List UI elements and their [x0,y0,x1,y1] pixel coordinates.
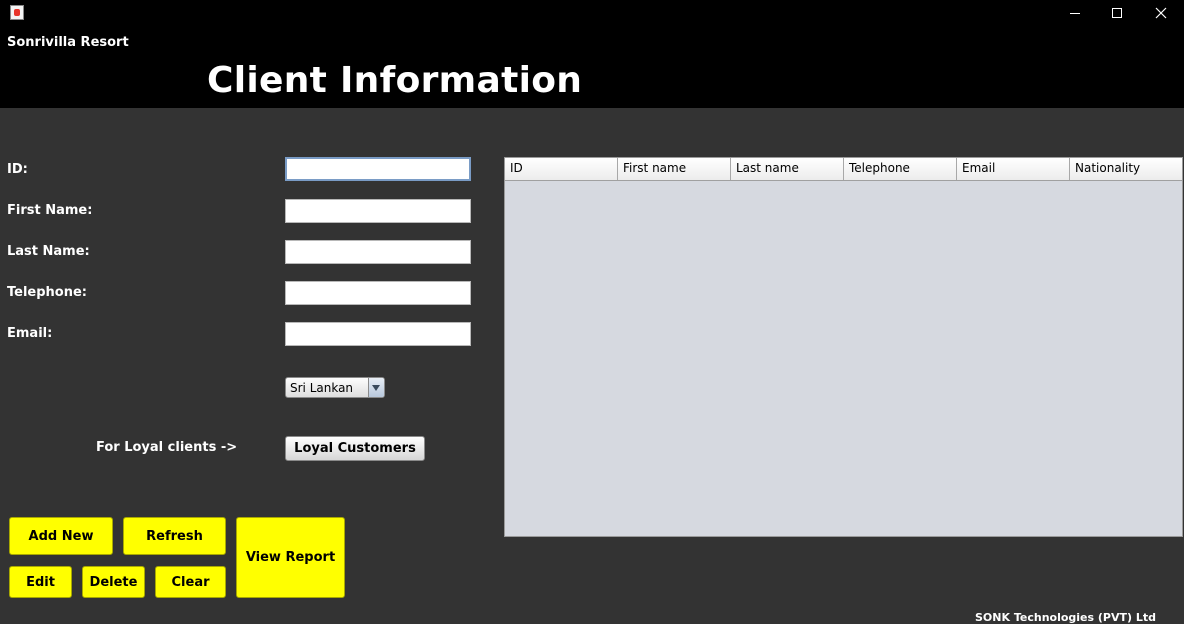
add-new-button[interactable]: Add New [9,517,113,555]
maximize-button[interactable] [1094,2,1140,24]
column-header-nationality[interactable]: Nationality [1070,158,1182,180]
email-field[interactable] [285,322,471,346]
company-name: Sonrivilla Resort [7,35,129,50]
first-name-label: First Name: [7,203,93,218]
first-name-field[interactable] [285,199,471,223]
close-icon [1155,7,1167,19]
column-header-telephone[interactable]: Telephone [844,158,957,180]
nationality-select[interactable]: Sri Lankan [285,377,385,398]
nationality-value: Sri Lankan [290,381,354,395]
column-header-first-name[interactable]: First name [618,158,731,180]
last-name-label: Last Name: [7,244,90,259]
maximize-icon [1112,8,1122,18]
telephone-label: Telephone: [7,285,87,300]
page-title: Client Information [207,60,583,101]
java-app-icon [10,5,24,20]
column-header-last-name[interactable]: Last name [731,158,844,180]
edit-button[interactable]: Edit [9,566,72,598]
telephone-field[interactable] [285,281,471,305]
minimize-button[interactable] [1052,2,1098,24]
minimize-icon [1070,13,1080,14]
clients-table[interactable]: ID First name Last name Telephone Email … [504,157,1183,537]
column-header-email[interactable]: Email [957,158,1070,180]
id-label: ID: [7,162,28,177]
id-field[interactable] [285,157,471,181]
delete-button[interactable]: Delete [82,566,145,598]
refresh-button[interactable]: Refresh [123,517,226,555]
column-header-id[interactable]: ID [505,158,618,180]
loyal-customers-button[interactable]: Loyal Customers [285,436,425,461]
view-report-button[interactable]: View Report [236,517,345,598]
chevron-down-icon[interactable] [368,378,384,397]
title-bar: Sonrivilla Resort Client Information [0,0,1184,108]
clear-button[interactable]: Clear [155,566,226,598]
email-label: Email: [7,326,53,341]
last-name-field[interactable] [285,240,471,264]
loyal-clients-label: For Loyal clients -> [96,440,238,455]
footer-credit: SONK Technologies (PVT) Ltd [975,611,1156,624]
close-button[interactable] [1138,2,1184,24]
table-header: ID First name Last name Telephone Email … [505,158,1182,181]
